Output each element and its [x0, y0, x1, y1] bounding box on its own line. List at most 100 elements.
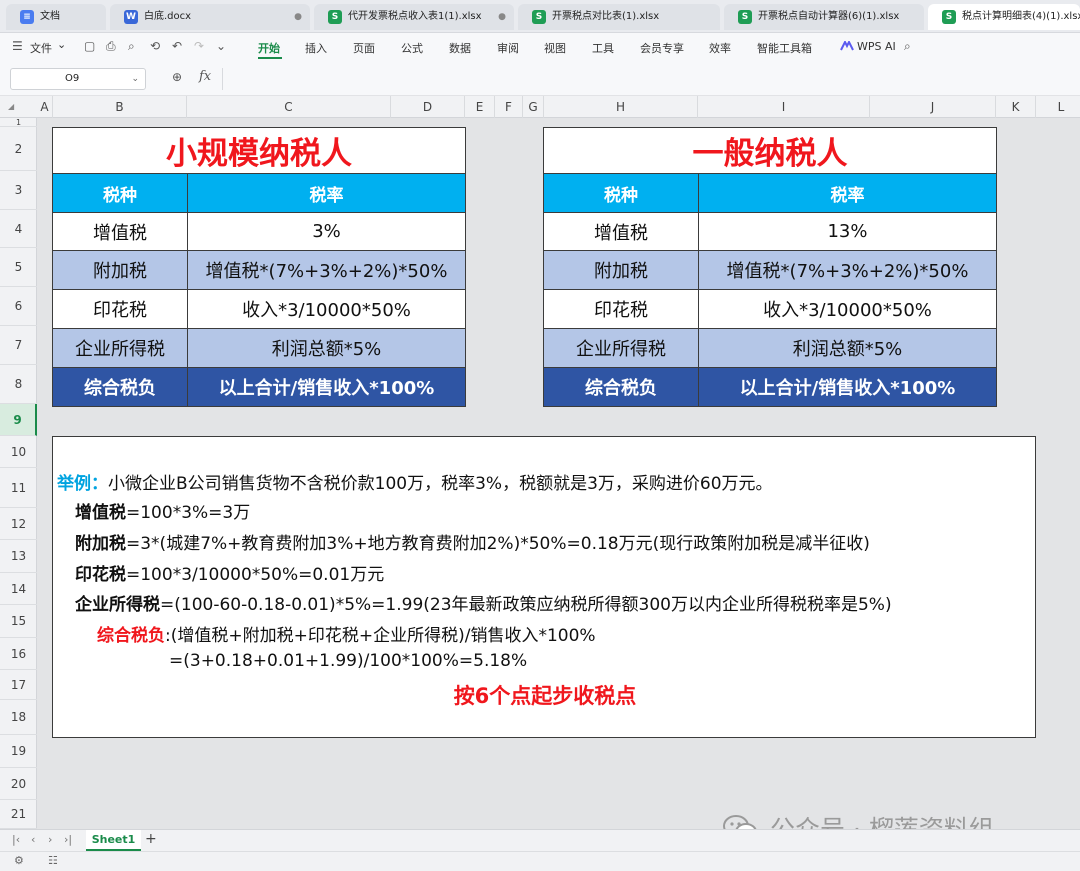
table-cell[interactable]: 利润总额*5% [187, 328, 466, 368]
sheet-tab-sheet1[interactable]: Sheet1 [86, 830, 141, 851]
macro-icon[interactable]: ⚙ [14, 854, 24, 867]
select-all-icon[interactable]: ◢ [8, 102, 14, 111]
tab-documents[interactable]: ≡ 文档 [6, 4, 106, 30]
refresh-icon[interactable]: ⟲ [150, 39, 160, 53]
table-cell[interactable]: 13% [698, 212, 997, 251]
menu-view[interactable]: 视图 [544, 40, 566, 56]
menu-tools[interactable]: 工具 [592, 40, 614, 56]
table-title[interactable]: 小规模纳税人 [52, 127, 466, 174]
table-cell[interactable]: 附加税 [543, 250, 699, 290]
tab-invoice-compare-xlsx[interactable]: S 开票税点对比表(1).xlsx [518, 4, 720, 30]
hamburger-menu-icon[interactable]: ☰ [12, 39, 23, 53]
column-header-l[interactable]: L [1036, 96, 1080, 118]
print-icon[interactable]: ⎙ [106, 39, 116, 54]
table-cell[interactable]: 利润总额*5% [698, 328, 997, 368]
row-header-5[interactable]: 5 [0, 248, 37, 287]
search-icon[interactable]: ⌕ [904, 39, 911, 54]
row-header-6[interactable]: 6 [0, 287, 37, 326]
row-header-16[interactable]: 16 [0, 638, 37, 670]
table-cell[interactable]: 企业所得税 [543, 328, 699, 368]
column-header-a[interactable]: A [37, 96, 53, 118]
tab-baidi-docx[interactable]: W 白底.docx ● [110, 4, 310, 30]
column-header-k[interactable]: K [996, 96, 1036, 118]
column-header-e[interactable]: E [465, 96, 495, 118]
column-header-c[interactable]: C [187, 96, 391, 118]
column-header-g[interactable]: G [523, 96, 544, 118]
chevron-down-icon[interactable]: ⌄ [131, 69, 139, 89]
table-cell[interactable]: 以上合计/销售收入*100% [698, 367, 997, 407]
column-header-tax-type[interactable]: 税种 [543, 173, 699, 213]
row-header-10[interactable]: 10 [0, 436, 37, 468]
table-cell[interactable]: 增值税*(7%+3%+2%)*50% [187, 250, 466, 290]
row-header-20[interactable]: 20 [0, 768, 37, 800]
row-header-7[interactable]: 7 [0, 326, 37, 365]
row-header-18[interactable]: 18 [0, 700, 37, 735]
row-header-13[interactable]: 13 [0, 540, 37, 573]
zoom-icon[interactable]: ⊕ [172, 70, 182, 84]
table-cell[interactable]: 增值税*(7%+3%+2%)*50% [698, 250, 997, 290]
unsaved-dot-icon[interactable]: ● [498, 4, 506, 30]
table-cell[interactable]: 综合税负 [52, 367, 188, 407]
menu-member[interactable]: 会员专享 [640, 40, 684, 56]
formula-input[interactable] [222, 68, 1072, 90]
row-header-8[interactable]: 8 [0, 365, 37, 404]
table-cell[interactable]: 附加税 [52, 250, 188, 290]
row-header-12[interactable]: 12 [0, 508, 37, 540]
undo-icon[interactable]: ↶ [172, 39, 182, 53]
unsaved-dot-icon[interactable]: ● [294, 4, 302, 30]
print-preview-icon[interactable]: ⌕ [128, 39, 135, 54]
column-header-h[interactable]: H [544, 96, 698, 118]
column-header-i[interactable]: I [698, 96, 870, 118]
column-header-tax-rate[interactable]: 税率 [698, 173, 997, 213]
save-icon[interactable]: ▢ [84, 39, 95, 53]
table-cell[interactable]: 印花税 [543, 289, 699, 329]
row-header-2[interactable]: 2 [0, 127, 37, 171]
column-header-tax-rate[interactable]: 税率 [187, 173, 466, 213]
menu-page[interactable]: 页面 [353, 40, 375, 56]
add-sheet-icon[interactable]: + [145, 831, 157, 847]
previous-sheet-icon[interactable]: ‹ [31, 833, 35, 846]
example-text-box[interactable]: 举例：小微企业B公司销售货物不含税价款100万，税率3%，税额就是3万，采购进价… [52, 436, 1036, 738]
table-cell[interactable]: 收入*3/10000*50% [187, 289, 466, 329]
table-cell[interactable]: 印花税 [52, 289, 188, 329]
file-menu[interactable]: 文件 [30, 40, 52, 56]
layout-icon[interactable]: ☷ [48, 854, 58, 867]
table-cell[interactable]: 以上合计/销售收入*100% [187, 367, 466, 407]
menu-home[interactable]: 开始 [258, 40, 280, 56]
table-cell[interactable]: 综合税负 [543, 367, 699, 407]
name-box[interactable]: O9 ⌄ [10, 68, 146, 90]
last-sheet-icon[interactable]: ›| [64, 833, 72, 846]
menu-efficiency[interactable]: 效率 [709, 40, 731, 56]
menu-smart-toolbox[interactable]: 智能工具箱 [757, 40, 812, 56]
row-header-15[interactable]: 15 [0, 605, 37, 638]
row-header-11[interactable]: 11 [0, 468, 37, 508]
table-cell[interactable]: 收入*3/10000*50% [698, 289, 997, 329]
column-header-j[interactable]: J [870, 96, 996, 118]
row-header-1[interactable]: 1 [0, 118, 37, 127]
menu-insert[interactable]: 插入 [305, 40, 327, 56]
row-header-4[interactable]: 4 [0, 210, 37, 248]
table-cell[interactable]: 增值税 [543, 212, 699, 251]
first-sheet-icon[interactable]: |‹ [12, 833, 20, 846]
file-menu-caret-icon[interactable]: ⌄ [57, 38, 66, 51]
column-header-f[interactable]: F [495, 96, 523, 118]
tab-invoice-calculator-xlsx[interactable]: S 开票税点自动计算器(6)(1).xlsx [724, 4, 924, 30]
row-header-3[interactable]: 3 [0, 171, 37, 210]
menu-review[interactable]: 审阅 [497, 40, 519, 56]
tab-tax-detail-xlsx[interactable]: S 税点计算明细表(4)(1).xlsx [928, 4, 1080, 30]
row-header-19[interactable]: 19 [0, 735, 37, 768]
row-header-14[interactable]: 14 [0, 573, 37, 605]
more-quick-actions-icon[interactable]: ⌄ [216, 39, 226, 53]
menu-data[interactable]: 数据 [449, 40, 471, 56]
row-header-9[interactable]: 9 [0, 404, 37, 436]
function-icon[interactable]: fx [199, 69, 211, 84]
row-header-17[interactable]: 17 [0, 670, 37, 700]
table-cell[interactable]: 3% [187, 212, 466, 251]
column-header-b[interactable]: B [53, 96, 187, 118]
column-header-tax-type[interactable]: 税种 [52, 173, 188, 213]
redo-icon[interactable]: ↷ [194, 39, 204, 53]
table-cell[interactable]: 企业所得税 [52, 328, 188, 368]
menu-wps-ai[interactable]: WPS AI [857, 40, 896, 53]
table-cell[interactable]: 增值税 [52, 212, 188, 251]
table-title[interactable]: 一般纳税人 [543, 127, 997, 174]
